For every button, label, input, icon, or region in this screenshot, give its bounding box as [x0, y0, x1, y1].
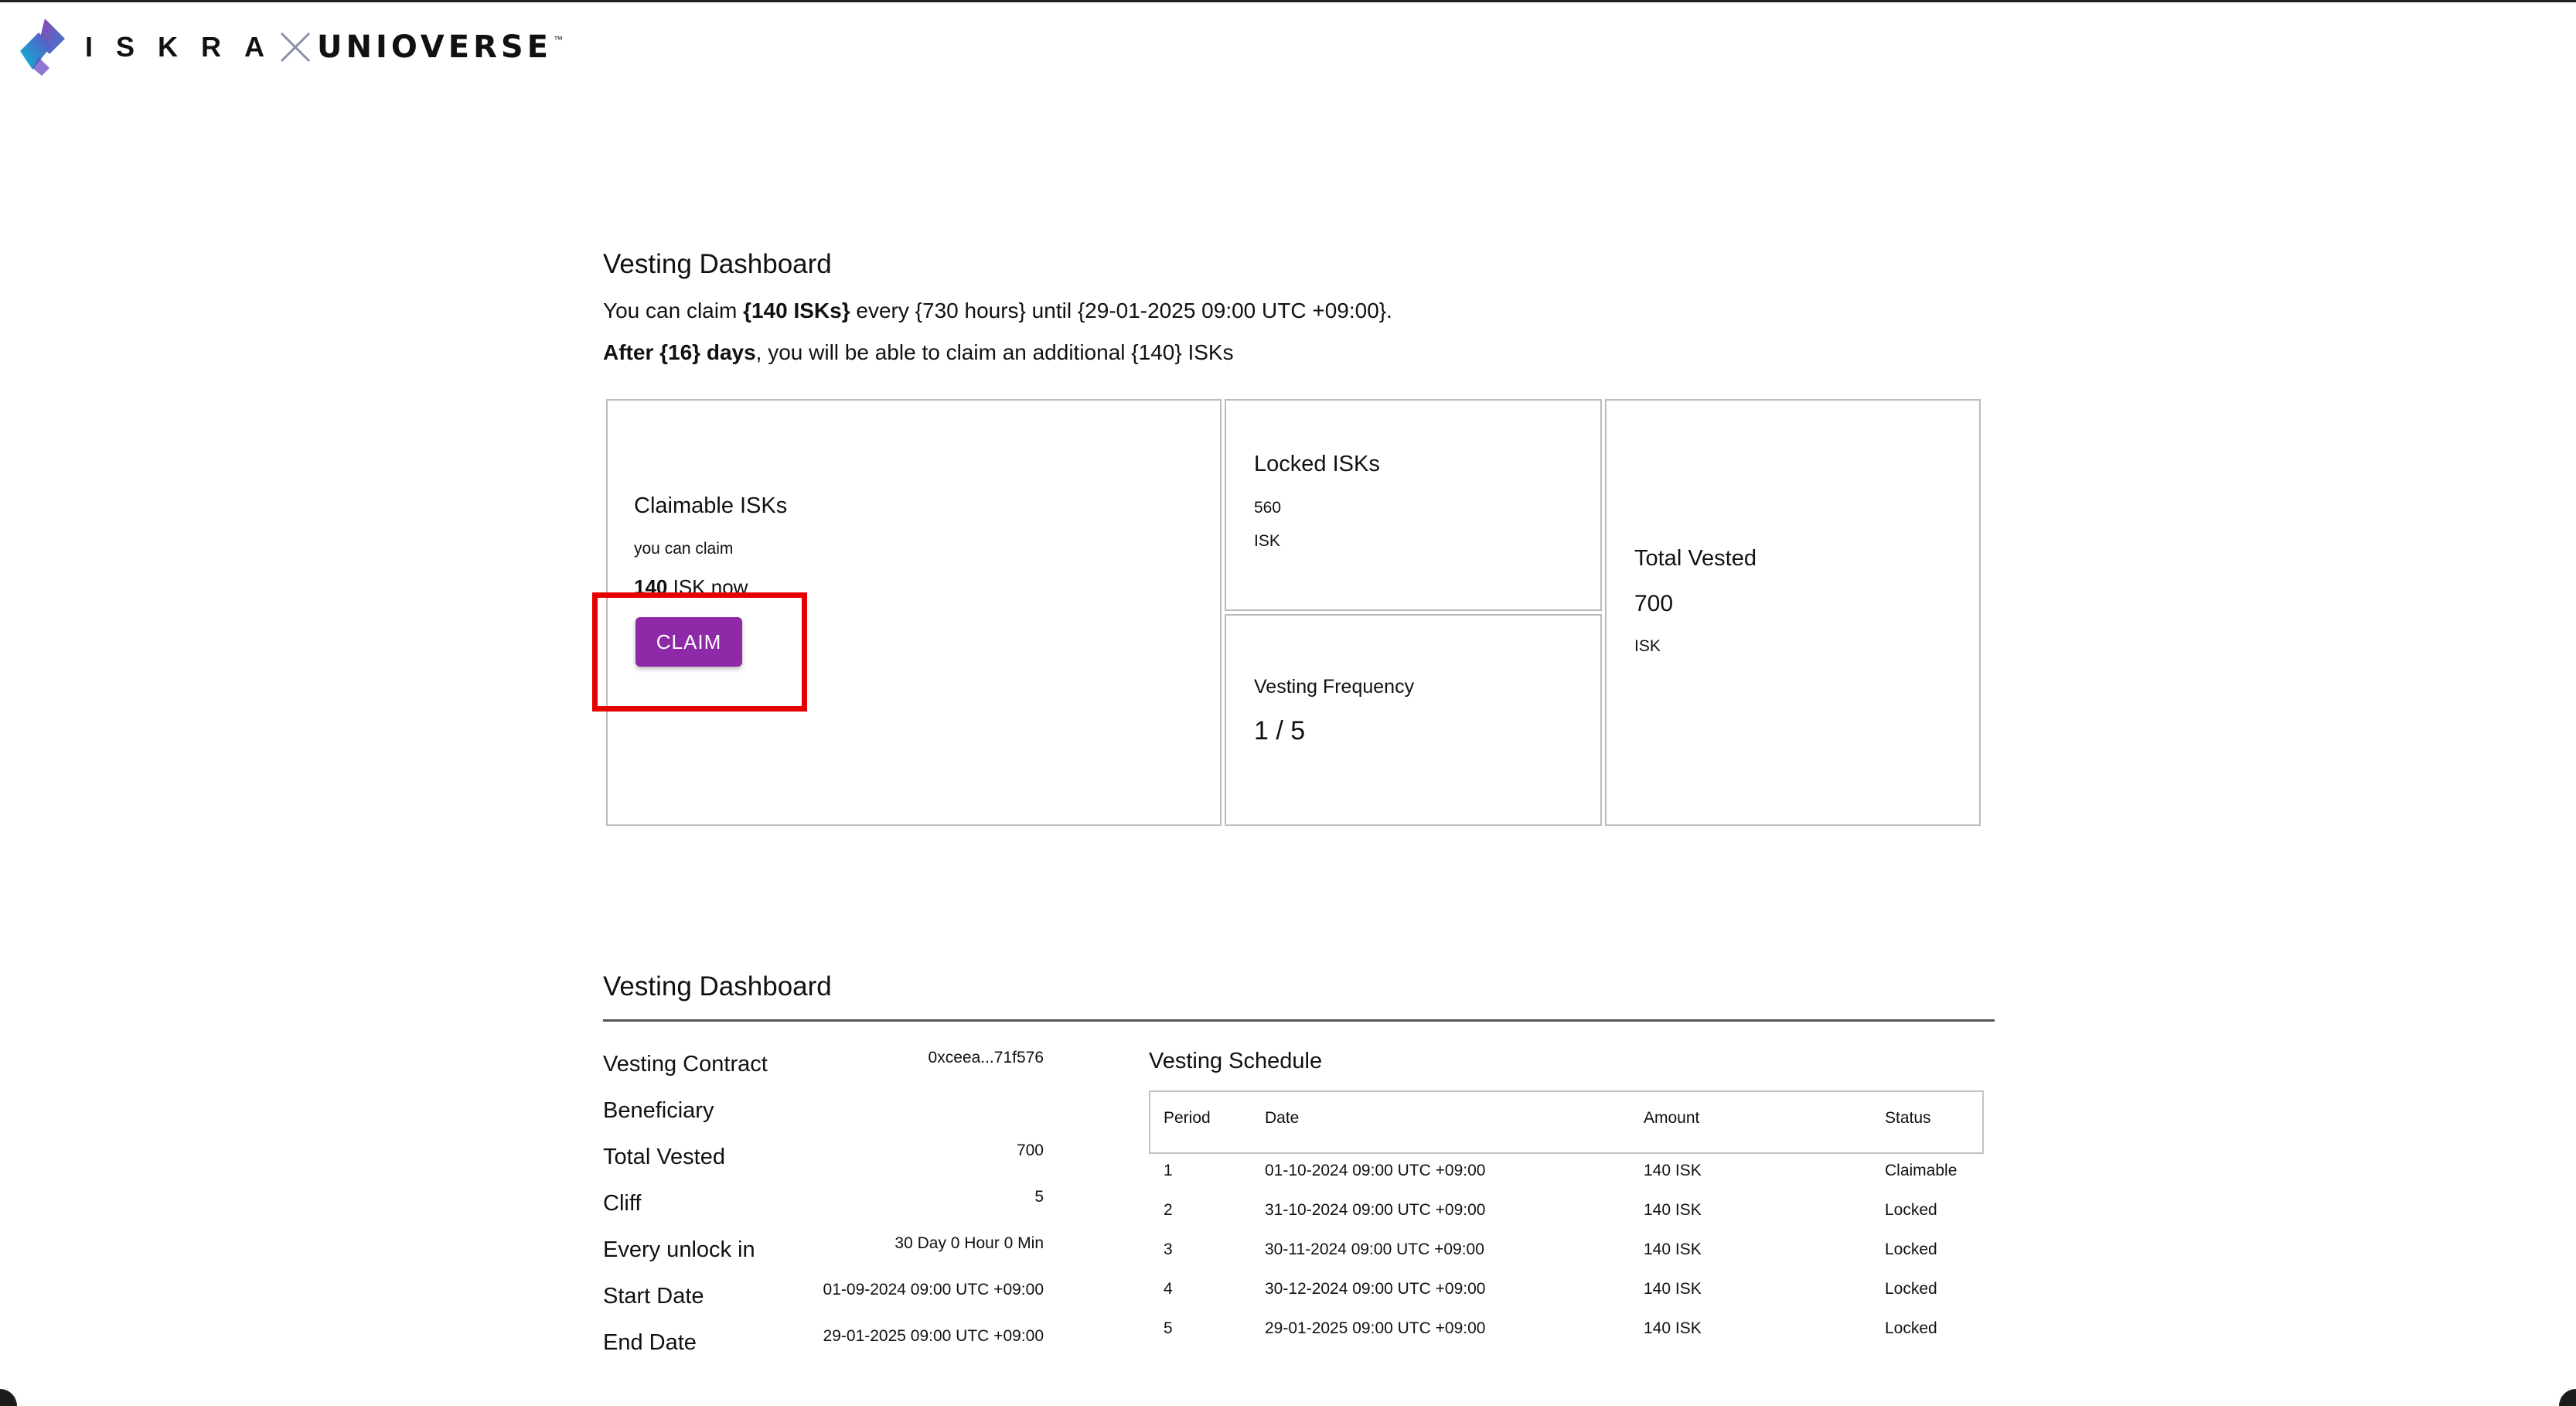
col-amount: Amount	[1644, 1109, 1700, 1127]
cell-date: 01-10-2024 09:00 UTC +09:00	[1265, 1162, 1486, 1179]
locked-card	[1225, 399, 1602, 611]
trademark-symbol: ™	[554, 34, 563, 45]
highlight-box	[592, 592, 807, 712]
window-corner-left	[0, 1389, 17, 1406]
cell-amount: 140 ISK	[1644, 1319, 1702, 1337]
locked-unit: ISK	[1254, 532, 1280, 550]
cell-period: 5	[1164, 1319, 1173, 1337]
col-date: Date	[1265, 1109, 1300, 1127]
col-period: Period	[1164, 1109, 1211, 1127]
next-unlock-text: , you will be able to claim an additiona…	[755, 340, 1234, 364]
locked-value: 560	[1254, 499, 1282, 517]
cell-amount: 140 ISK	[1644, 1240, 1702, 1258]
cell-period: 1	[1164, 1162, 1173, 1179]
total-vested-unit: ISK	[1634, 637, 1661, 655]
cell-status: Locked	[1885, 1280, 1937, 1298]
detail-value-start: 01-09-2024 09:00 UTC +09:00	[823, 1281, 1044, 1299]
partner-name: UNIOVERSE	[317, 29, 552, 65]
cell-status: Locked	[1885, 1240, 1937, 1258]
details-title: Vesting Dashboard	[603, 971, 832, 1002]
next-unlock-days: After {16} days	[603, 340, 756, 364]
total-vested-value: 700	[1634, 591, 1674, 616]
cell-amount: 140 ISK	[1644, 1162, 1702, 1179]
header-logo[interactable]: ISKRA UNIOVERSE ™	[15, 12, 563, 82]
detail-label-total: Total Vested	[603, 1145, 725, 1169]
window-frame-top	[0, 0, 2576, 2]
schedule-title: Vesting Schedule	[1149, 1049, 1323, 1073]
detail-label-cliff: Cliff	[603, 1191, 642, 1216]
cell-status: Locked	[1885, 1319, 1937, 1337]
claimable-title: Claimable ISKs	[634, 493, 788, 518]
cell-date: 30-12-2024 09:00 UTC +09:00	[1265, 1280, 1486, 1298]
cell-amount: 140 ISK	[1644, 1201, 1702, 1219]
detail-label-start: Start Date	[603, 1284, 704, 1309]
cell-status: Claimable	[1885, 1162, 1958, 1179]
cell-period: 3	[1164, 1240, 1173, 1258]
frequency-value: 1 / 5	[1254, 716, 1306, 746]
detail-value-end: 29-01-2025 09:00 UTC +09:00	[823, 1327, 1044, 1345]
detail-label-beneficiary: Beneficiary	[603, 1098, 714, 1123]
collab-x-icon	[280, 32, 311, 63]
cell-status: Locked	[1885, 1201, 1937, 1219]
iskra-logo-icon	[20, 19, 65, 76]
detail-label-end: End Date	[603, 1330, 697, 1355]
summary-schedule: every {730 hours} until {29-01-2025 09:0…	[850, 299, 1392, 322]
page-title: Vesting Dashboard	[603, 249, 832, 279]
detail-value-cliff: 5	[1034, 1188, 1044, 1206]
frequency-title: Vesting Frequency	[1254, 676, 1415, 698]
section-divider	[603, 1019, 1995, 1022]
claimable-subtitle: you can claim	[634, 540, 734, 558]
detail-label-contract: Vesting Contract	[603, 1052, 768, 1077]
total-vested-title: Total Vested	[1634, 546, 1757, 571]
locked-title: Locked ISKs	[1254, 452, 1380, 476]
cell-date: 30-11-2024 09:00 UTC +09:00	[1265, 1240, 1484, 1258]
window-corner-right	[2559, 1389, 2576, 1406]
detail-value-contract[interactable]: 0xceea...71f576	[929, 1049, 1044, 1067]
detail-label-unlock: Every unlock in	[603, 1237, 755, 1262]
summary-amount: {140 ISKs}	[743, 299, 850, 322]
next-unlock-line: After {16} days, you will be able to cla…	[603, 340, 1234, 365]
cell-period: 2	[1164, 1201, 1173, 1219]
summary-prefix: You can claim	[603, 299, 744, 322]
detail-value-total: 700	[1016, 1142, 1044, 1159]
cell-date: 29-01-2025 09:00 UTC +09:00	[1265, 1319, 1486, 1337]
claim-summary-line: You can claim {140 ISKs} every {730 hour…	[603, 299, 1392, 323]
detail-value-unlock: 30 Day 0 Hour 0 Min	[894, 1234, 1044, 1252]
brand-name: ISKRA	[85, 31, 288, 63]
col-status: Status	[1885, 1109, 1931, 1127]
cell-date: 31-10-2024 09:00 UTC +09:00	[1265, 1201, 1486, 1219]
cell-period: 4	[1164, 1280, 1173, 1298]
cell-amount: 140 ISK	[1644, 1280, 1702, 1298]
